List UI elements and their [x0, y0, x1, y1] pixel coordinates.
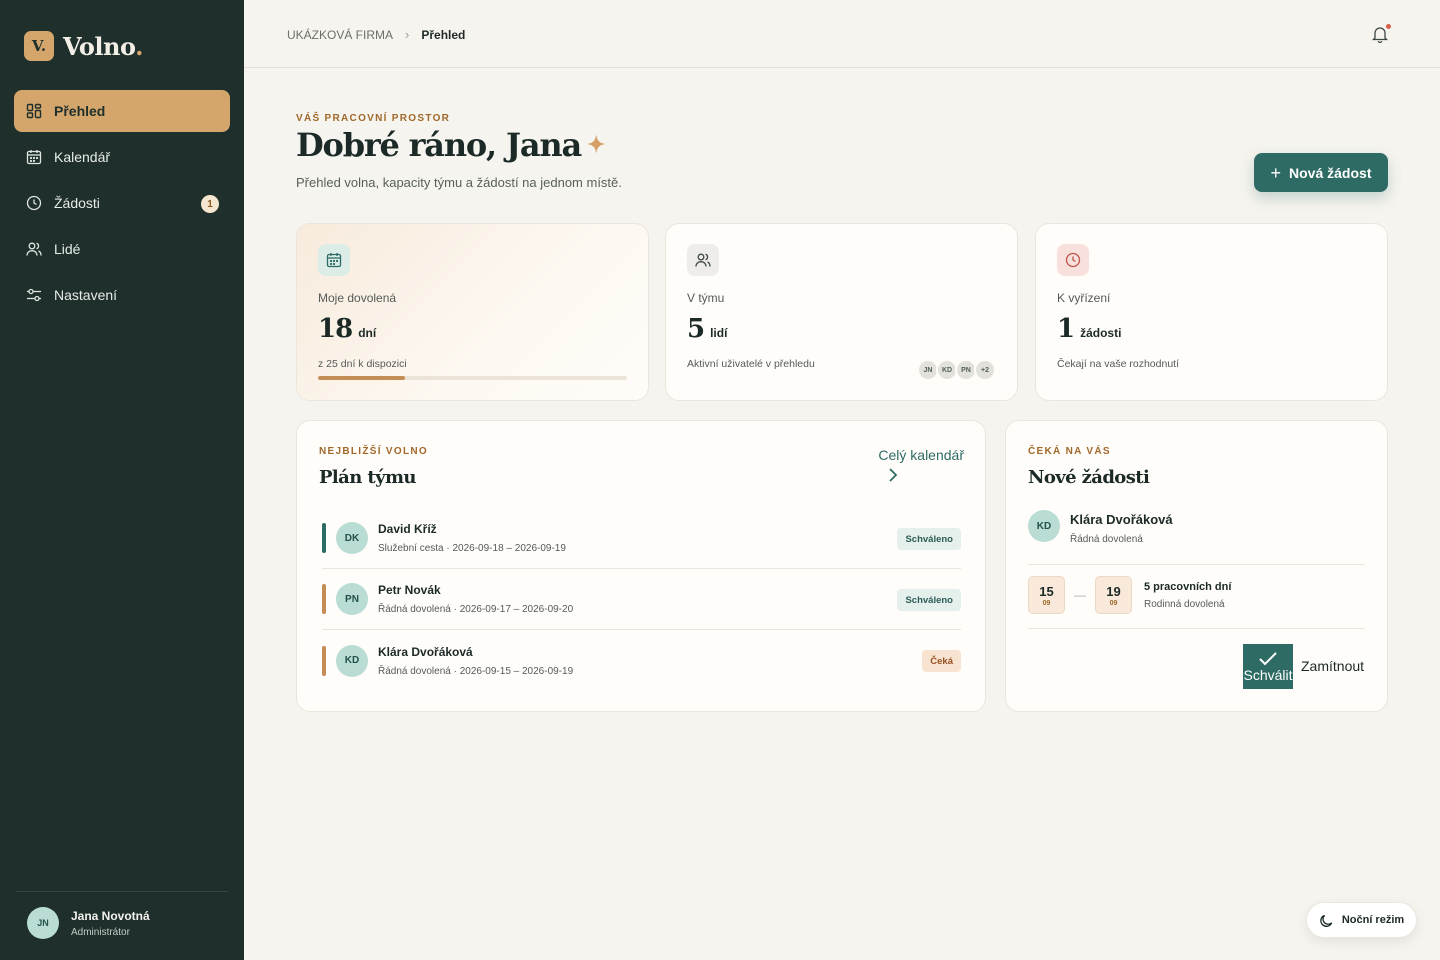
stat-note: Čekají na vaše rozhodnutí — [1057, 358, 1179, 370]
status-color-bar — [322, 645, 326, 676]
notifications-button[interactable] — [1370, 24, 1391, 44]
page-subtitle: Přehled volna, kapacity týmu a žádostí n… — [296, 175, 622, 190]
stat-label: K vyřízení — [1057, 291, 1111, 305]
person-name: Klára Dvořáková — [378, 644, 473, 659]
date-from: 15 09 — [1028, 576, 1065, 614]
more-avatars-count: +2 — [974, 359, 996, 381]
team-plan-list: DK David Kříž Služební cesta · 2026-09-1… — [322, 508, 961, 691]
calendar-icon — [26, 149, 42, 165]
status-badge: Schváleno — [897, 528, 961, 550]
people-icon — [687, 244, 719, 276]
leave-details: Řádná dovolená · 2026-09-15 – 2026-09-19 — [378, 665, 574, 677]
calendar-icon — [318, 244, 350, 276]
team-stat-card[interactable]: V týmu 5 lidí Aktivní uživatelé v přehled… — [665, 223, 1018, 401]
sidebar-item-prehled[interactable]: Přehled — [14, 90, 230, 132]
sidebar-item-label: Kalendář — [54, 149, 111, 165]
full-calendar-link[interactable]: Celý kalendář — [878, 447, 964, 487]
avatar: JN — [27, 907, 59, 939]
user-profile[interactable]: JN Jana Novotná Administrátor — [16, 891, 228, 939]
sidebar-item-label: Přehled — [54, 103, 106, 119]
sidebar-item-label: Nastavení — [54, 287, 118, 303]
requests-count-badge: 1 — [201, 195, 219, 213]
plus-icon: + — [1270, 162, 1282, 183]
sidebar-item-nastaveni[interactable]: Nastavení — [14, 274, 230, 316]
brand-logo[interactable]: V. Volno. — [24, 31, 143, 61]
clock-icon — [26, 195, 42, 211]
stat-label: V týmu — [687, 291, 725, 305]
team-avatars: JN KD PN +2 — [917, 359, 996, 381]
pending-stat-card[interactable]: K vyřízení 1 žádosti Čekají na vaše rozho… — [1035, 223, 1388, 401]
sidebar-item-lide[interactable]: Lidé — [14, 228, 230, 270]
night-mode-toggle[interactable]: Noční režim — [1306, 902, 1417, 938]
vacation-progress-bar — [318, 376, 627, 380]
date-to: 19 09 — [1095, 576, 1132, 614]
panel-title: Nové žádosti — [1028, 467, 1150, 488]
sidebar-item-zadosti[interactable]: Žádosti 1 — [14, 182, 230, 224]
leave-details: Služební cesta · 2026-09-18 – 2026-09-19 — [378, 543, 566, 554]
stat-note: z 25 dní k dispozici — [318, 358, 407, 370]
sidebar-item-kalendar[interactable]: Kalendář — [14, 136, 230, 178]
chevron-right-icon: › — [405, 27, 410, 42]
progress-fill — [318, 376, 405, 380]
avatar: KD — [336, 644, 368, 677]
request-reason: Rodinná dovolená — [1144, 599, 1225, 610]
people-icon — [26, 241, 42, 257]
request-dates: 15 09 — 19 09 5 pracovních dní Rodinná dov… — [1028, 576, 1365, 629]
leave-type: Řádná dovolená — [1070, 534, 1143, 545]
sidebar-nav: Přehled Kalendář Žádosti 1 Lidé Nastaven… — [14, 90, 230, 320]
notification-dot — [1386, 24, 1391, 29]
leave-details: Řádná dovolená · 2026-09-17 – 2026-09-20 — [378, 604, 574, 615]
vacation-stat-card[interactable]: Moje dovolená 18 dní z 25 dní k dispozici — [296, 223, 649, 401]
moon-icon — [1320, 914, 1333, 927]
brand-name: Volno. — [63, 31, 143, 61]
sidebar-item-label: Lidé — [54, 241, 81, 257]
page-title: Dobré ráno, Jana ✦ — [296, 126, 605, 164]
person-name: David Kříž — [378, 522, 437, 536]
list-item[interactable]: PN Petr Novák Řádná dovolená · 2026-09-1… — [322, 569, 961, 630]
date-separator: — — [1074, 588, 1086, 602]
sidebar-item-label: Žádosti — [54, 195, 100, 211]
breadcrumb: UKÁZKOVÁ FIRMA › Přehled — [287, 27, 465, 42]
stat-value: 5 lidí — [687, 314, 728, 344]
panel-title: Plán týmu — [319, 467, 417, 488]
team-plan-panel: NEJBLIŽŠÍ VOLNO Plán týmu Celý kalendář … — [296, 420, 986, 712]
working-days-count: 5 pracovních dní — [1144, 581, 1232, 593]
request-requester: KD Klára Dvořáková Řádná dovolená — [1028, 510, 1365, 565]
user-name: Jana Novotná — [71, 908, 150, 923]
sliders-icon — [26, 287, 42, 303]
reject-button[interactable]: Zamítnout — [1301, 658, 1364, 674]
list-item[interactable]: DK David Kříž Služební cesta · 2026-09-1… — [322, 508, 961, 569]
person-name: Klára Dvořáková — [1070, 512, 1173, 527]
clock-icon — [1057, 244, 1089, 276]
stat-note: Aktivní uživatelé v přehledu — [687, 358, 815, 370]
status-color-bar — [322, 523, 326, 553]
status-color-bar — [322, 584, 326, 614]
new-request-button[interactable]: + Nová žádost — [1254, 153, 1388, 192]
breadcrumb-company[interactable]: UKÁZKOVÁ FIRMA — [287, 28, 393, 42]
avatar: PN — [336, 583, 368, 615]
topbar: UKÁZKOVÁ FIRMA › Přehled — [244, 0, 1440, 68]
person-name: Petr Novák — [378, 583, 441, 597]
workspace-eyebrow: VÁŠ PRACOVNÍ PROSTOR — [296, 113, 451, 124]
new-requests-panel: ČEKÁ NA VÁS Nové žádosti KD Klára Dvořák… — [1005, 420, 1388, 712]
stat-value: 1 žádosti — [1057, 314, 1122, 344]
panel-eyebrow: ČEKÁ NA VÁS — [1028, 446, 1111, 457]
list-item[interactable]: KD Klára Dvořáková Řádná dovolená · 2026… — [322, 630, 961, 691]
stat-value: 18 dní — [318, 314, 377, 344]
sparkle-icon: ✦ — [587, 132, 605, 158]
panel-eyebrow: NEJBLIŽŠÍ VOLNO — [319, 446, 428, 457]
check-icon — [1259, 651, 1277, 665]
approve-button[interactable]: Schválit — [1243, 644, 1293, 689]
status-badge: Schváleno — [897, 589, 961, 611]
brand-mark: V. — [24, 31, 54, 61]
breadcrumb-current: Přehled — [421, 27, 466, 42]
status-badge: Čeká — [922, 650, 961, 672]
dashboard-icon — [26, 103, 42, 119]
user-role: Administrátor — [71, 926, 130, 938]
avatar: KD — [1028, 510, 1060, 542]
sidebar: V. Volno. Přehled Kalendář Žádosti 1 Lid… — [0, 0, 244, 960]
avatar: DK — [336, 522, 368, 554]
stat-label: Moje dovolená — [318, 291, 397, 305]
chevron-right-icon — [878, 466, 898, 487]
